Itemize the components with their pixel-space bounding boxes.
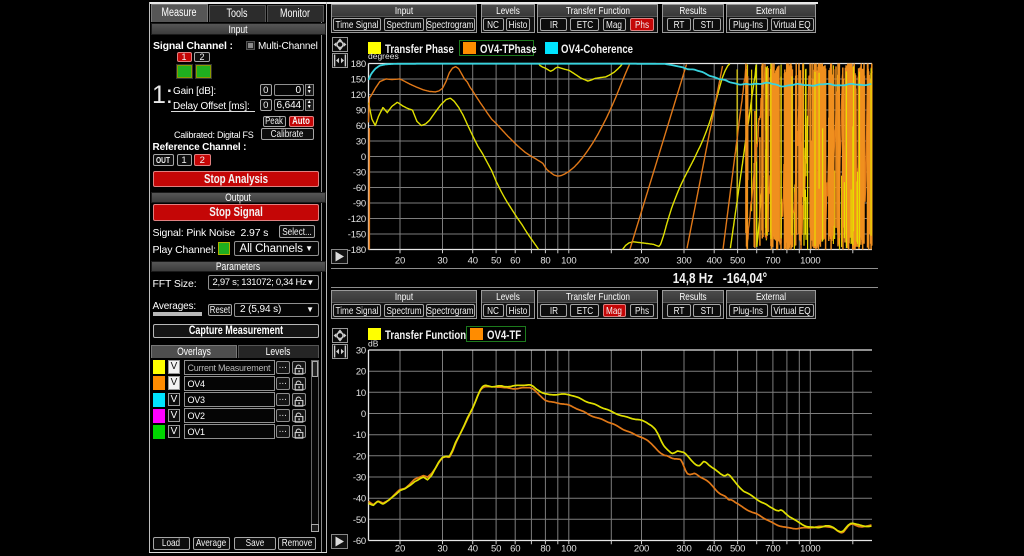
svg-text:1000: 1000 [800, 256, 820, 267]
svg-text:700: 700 [765, 544, 780, 555]
svg-text:30: 30 [356, 346, 366, 357]
svg-text:0: 0 [361, 409, 366, 420]
svg-text:-60: -60 [353, 536, 366, 547]
svg-text:100: 100 [561, 256, 576, 267]
svg-text:-120: -120 [348, 214, 366, 225]
svg-text:100: 100 [561, 544, 576, 555]
svg-text:20: 20 [395, 544, 405, 555]
svg-text:-20: -20 [353, 451, 366, 462]
svg-text:50: 50 [491, 544, 501, 555]
svg-text:-60: -60 [353, 183, 366, 194]
svg-text:-10: -10 [353, 430, 366, 441]
svg-text:300: 300 [676, 256, 691, 267]
svg-text:10: 10 [356, 388, 366, 399]
svg-text:-30: -30 [353, 473, 366, 484]
svg-text:1000: 1000 [800, 544, 820, 555]
svg-text:150: 150 [351, 75, 366, 86]
svg-text:60: 60 [510, 544, 520, 555]
svg-text:200: 200 [634, 256, 649, 267]
svg-text:60: 60 [356, 121, 366, 132]
svg-text:700: 700 [765, 256, 780, 267]
svg-text:60: 60 [510, 256, 520, 267]
svg-text:400: 400 [707, 256, 722, 267]
svg-text:500: 500 [730, 544, 745, 555]
svg-text:40: 40 [468, 544, 478, 555]
svg-text:-30: -30 [353, 168, 366, 179]
svg-text:90: 90 [356, 106, 366, 117]
svg-text:50: 50 [491, 256, 501, 267]
svg-text:500: 500 [730, 256, 745, 267]
svg-text:40: 40 [468, 256, 478, 267]
svg-text:200: 200 [634, 544, 649, 555]
svg-text:-40: -40 [353, 494, 366, 505]
svg-text:180: 180 [351, 59, 366, 70]
svg-text:30: 30 [356, 137, 366, 148]
svg-text:80: 80 [540, 256, 550, 267]
svg-text:400: 400 [707, 544, 722, 555]
svg-text:degrees: degrees [368, 51, 399, 61]
svg-text:30: 30 [437, 256, 447, 267]
svg-text:-180: -180 [348, 245, 366, 256]
svg-text:0: 0 [361, 152, 366, 163]
svg-text:30: 30 [437, 544, 447, 555]
svg-text:-50: -50 [353, 515, 366, 526]
svg-text:20: 20 [395, 256, 405, 267]
svg-text:80: 80 [540, 544, 550, 555]
svg-text:-90: -90 [353, 199, 366, 210]
svg-text:dB: dB [368, 339, 379, 349]
svg-text:-150: -150 [348, 230, 366, 241]
svg-text:300: 300 [676, 544, 691, 555]
svg-text:120: 120 [351, 90, 366, 101]
svg-text:20: 20 [356, 367, 366, 378]
